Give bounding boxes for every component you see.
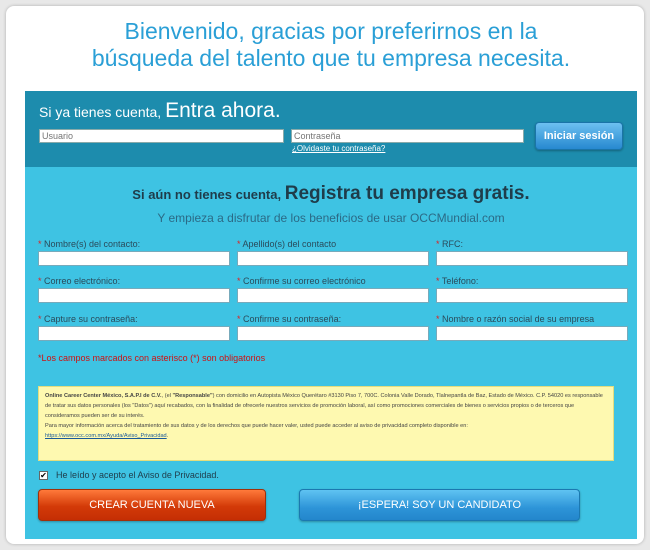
label-rfc: * RFC: <box>436 239 463 249</box>
register-panel: Si aún no tienes cuenta, Registra tu emp… <box>25 167 637 539</box>
headline-line-1: Bienvenido, gracias por preferirnos en l… <box>124 18 538 44</box>
label-text: RFC: <box>442 239 464 249</box>
page-card: Bienvenido, gracias por preferirnos en l… <box>6 6 644 544</box>
register-title: Si aún no tienes cuenta, Registra tu emp… <box>25 183 637 205</box>
first-name-input[interactable] <box>38 251 230 266</box>
required-asterisk: * <box>436 314 440 324</box>
create-account-button[interactable]: CREAR CUENTA NUEVA <box>38 489 266 521</box>
label-text: Nombre(s) del contacto: <box>44 239 141 249</box>
password-input[interactable] <box>291 129 524 143</box>
required-asterisk: * <box>38 239 42 249</box>
label-phone: * Teléfono: <box>436 276 478 286</box>
label-company-name: * Nombre o razón social de su empresa <box>436 314 594 324</box>
required-asterisk: * <box>436 239 440 249</box>
confirm-email-input[interactable] <box>237 288 429 303</box>
privacy-notice: Online Career Center México, S.A.P.I de … <box>38 386 614 461</box>
email-input[interactable] <box>38 288 230 303</box>
privacy-company: Online Career Center México, S.A.P.I de … <box>45 393 162 399</box>
rfc-input[interactable] <box>436 251 628 266</box>
last-name-input[interactable] <box>237 251 429 266</box>
company-name-input[interactable] <box>436 326 628 341</box>
phone-input[interactable] <box>436 288 628 303</box>
forgot-password-link[interactable]: ¿Olvidaste tu contraseña? <box>292 144 385 153</box>
username-input[interactable] <box>39 129 284 143</box>
login-title-emphasis: Entra ahora. <box>165 99 281 122</box>
label-text: Nombre o razón social de su empresa <box>442 314 595 324</box>
required-asterisk: * <box>237 276 241 286</box>
login-panel: Si ya tienes cuenta, Entra ahora. ¿Olvid… <box>25 91 637 167</box>
label-first-name: * Nombre(s) del contacto: <box>38 239 140 249</box>
label-password: * Capture su contraseña: <box>38 314 138 324</box>
register-subtitle: Y empieza a disfrutar de los beneficios … <box>157 211 505 225</box>
candidate-button[interactable]: ¡ESPERA! SOY UN CANDIDATO <box>299 489 580 521</box>
label-text: Apellido(s) del contacto <box>242 239 337 249</box>
privacy-responsable: "Responsable" <box>172 393 213 399</box>
privacy-text-1: , (el <box>161 393 173 399</box>
privacy-link[interactable]: https://www.occ.com.mx/Ayuda/Aviso_Priva… <box>45 433 167 439</box>
required-asterisk: * <box>237 314 241 324</box>
label-confirm-email: * Confirme su correo electrónico <box>237 276 366 286</box>
required-asterisk: * <box>237 239 241 249</box>
login-button[interactable]: Iniciar sesión <box>535 122 623 150</box>
label-text: Correo electrónico: <box>44 276 121 286</box>
login-title-prefix: Si ya tienes cuenta, <box>39 104 166 120</box>
required-asterisk: * <box>38 276 42 286</box>
register-password-input[interactable] <box>38 326 230 341</box>
label-text: Teléfono: <box>441 276 479 286</box>
confirm-password-input[interactable] <box>237 326 429 341</box>
required-fields-note: *Los campos marcados con asterisco (*) s… <box>38 353 266 363</box>
register-title-emphasis: Registra tu empresa gratis. <box>284 183 530 204</box>
headline-line-2: búsqueda del talento que tu empresa nece… <box>91 45 571 71</box>
label-text: Confirme su contraseña: <box>243 314 342 324</box>
label-text: Confirme su correo electrónico <box>243 276 366 286</box>
consent-label: He leído y acepto el Aviso de Privacidad… <box>56 470 219 480</box>
consent-checkbox[interactable]: ✔ <box>39 470 48 480</box>
welcome-headline: Bienvenido, gracias por preferirnos en l… <box>26 18 636 72</box>
required-asterisk: * <box>38 314 42 324</box>
privacy-consent[interactable]: ✔ He leído y acepto el Aviso de Privacid… <box>39 470 219 480</box>
label-text: Capture su contraseña: <box>44 314 138 324</box>
label-confirm-password: * Confirme su contraseña: <box>237 314 341 324</box>
required-asterisk: * <box>436 276 440 286</box>
label-email: * Correo electrónico: <box>38 276 120 286</box>
register-title-prefix: Si aún no tienes cuenta, <box>132 187 285 202</box>
login-title: Si ya tienes cuenta, Entra ahora. <box>39 99 281 123</box>
privacy-text-3: Para mayor información acerca del tratam… <box>45 423 468 429</box>
privacy-end: . <box>166 433 169 439</box>
label-last-name: * Apellido(s) del contacto <box>237 239 336 249</box>
